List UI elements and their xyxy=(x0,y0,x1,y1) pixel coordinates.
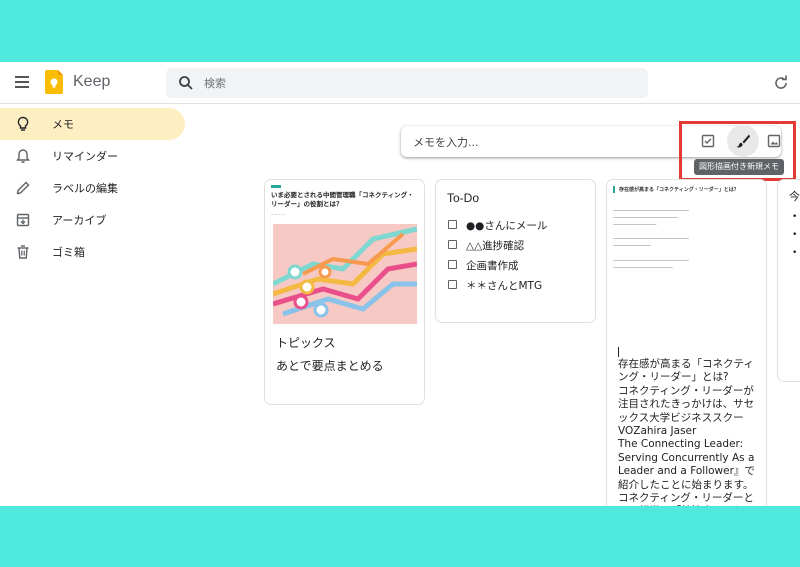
tape-illustration xyxy=(273,226,417,318)
archive-icon xyxy=(16,213,30,227)
pencil-icon xyxy=(16,181,30,195)
checkbox[interactable] xyxy=(448,260,457,269)
trash-icon xyxy=(17,245,29,259)
keep-logo-icon[interactable] xyxy=(45,70,63,94)
take-note-placeholder[interactable]: メモを入力... xyxy=(413,134,479,150)
search-icon[interactable] xyxy=(178,75,194,91)
note-card-connecting-leader[interactable]: 存在感が高まる「コネクティング・リーダー」とは？ ───────────────… xyxy=(606,179,767,506)
note-title: To-Do xyxy=(447,191,480,205)
app-name[interactable]: Keep xyxy=(73,73,110,91)
note-card-partial[interactable]: 今 • • • xyxy=(777,179,800,382)
article-heading: 存在感が高まる「コネクティング・リーダー」とは？ xyxy=(613,186,761,193)
note-card-topics[interactable]: いま必要とされる中間管理職「コネクティング・リーダー」の役割とは？ ─ ─ ─ … xyxy=(264,179,425,405)
note-body: あとで要点まとめる xyxy=(276,359,384,373)
list-bullet: • xyxy=(792,230,798,240)
sidebar-item-edit-labels[interactable]: ラベルの編集 xyxy=(0,172,185,204)
note-title: トピックス xyxy=(276,336,336,350)
sidebar-item-label: リマインダー xyxy=(52,150,118,163)
article-title: いま必要とされる中間管理職「コネクティング・リーダー」の役割とは？ xyxy=(271,191,414,208)
sidebar-item-label: アーカイブ xyxy=(52,214,107,227)
checklist-text: ＊＊さんとMTG xyxy=(466,280,543,292)
text-caret xyxy=(618,347,619,357)
keep-app: Keep メモ リマインダー xyxy=(0,62,800,506)
menu-icon[interactable] xyxy=(15,76,29,88)
sidebar-item-reminder[interactable]: リマインダー xyxy=(0,140,185,172)
checklist-text: ●●さんにメール xyxy=(466,220,548,232)
sidebar-item-label: メモ xyxy=(52,118,74,131)
bell-icon xyxy=(16,149,30,163)
article-paragraph: ──────────────────────────── ────────────… xyxy=(613,237,689,249)
article-tag xyxy=(271,185,281,188)
article-paragraph: ──────────────────────────── ────────────… xyxy=(613,209,689,228)
sidebar: メモ リマインダー ラベルの編集 アーカイブ ゴミ箱 xyxy=(0,108,190,268)
note-body: 存在感が高まる「コネクティング・リーダー」とは? コネクティング・リーダーが注目… xyxy=(618,358,755,506)
note-card-todo[interactable]: To-Do ●●さんにメール △△進捗確認 企画書作成 ＊＊さんとMTG xyxy=(435,179,596,323)
article-paragraph: ──────────────────────────── ────────────… xyxy=(613,259,689,271)
sidebar-item-trash[interactable]: ゴミ箱 xyxy=(0,236,185,268)
article-image xyxy=(273,224,417,324)
checkbox[interactable] xyxy=(448,240,457,249)
refresh-icon[interactable] xyxy=(773,75,789,91)
checklist-text: 企画書作成 xyxy=(466,260,519,272)
checkbox[interactable] xyxy=(448,220,457,229)
sidebar-item-label: ラベルの編集 xyxy=(52,182,118,195)
top-bar: Keep xyxy=(0,62,800,104)
checklist-text: △△進捗確認 xyxy=(466,240,525,252)
search-input[interactable] xyxy=(204,68,624,98)
list-bullet: • xyxy=(792,212,798,222)
lightbulb-icon xyxy=(17,116,29,131)
article-header: いま必要とされる中間管理職「コネクティング・リーダー」の役割とは？ ─ ─ ─ … xyxy=(265,180,424,217)
sidebar-item-label: ゴミ箱 xyxy=(52,246,85,259)
drawing-tooltip: 図形描画付き新規メモ xyxy=(694,159,784,175)
checkbox[interactable] xyxy=(448,280,457,289)
list-bullet: • xyxy=(792,248,798,258)
article-meta: ─ ─ ─ ─ xyxy=(271,212,285,217)
sidebar-item-archive[interactable]: アーカイブ xyxy=(0,204,185,236)
note-title: 今 xyxy=(789,190,800,203)
search-bar[interactable] xyxy=(166,68,648,98)
sidebar-item-memo[interactable]: メモ xyxy=(0,108,185,140)
